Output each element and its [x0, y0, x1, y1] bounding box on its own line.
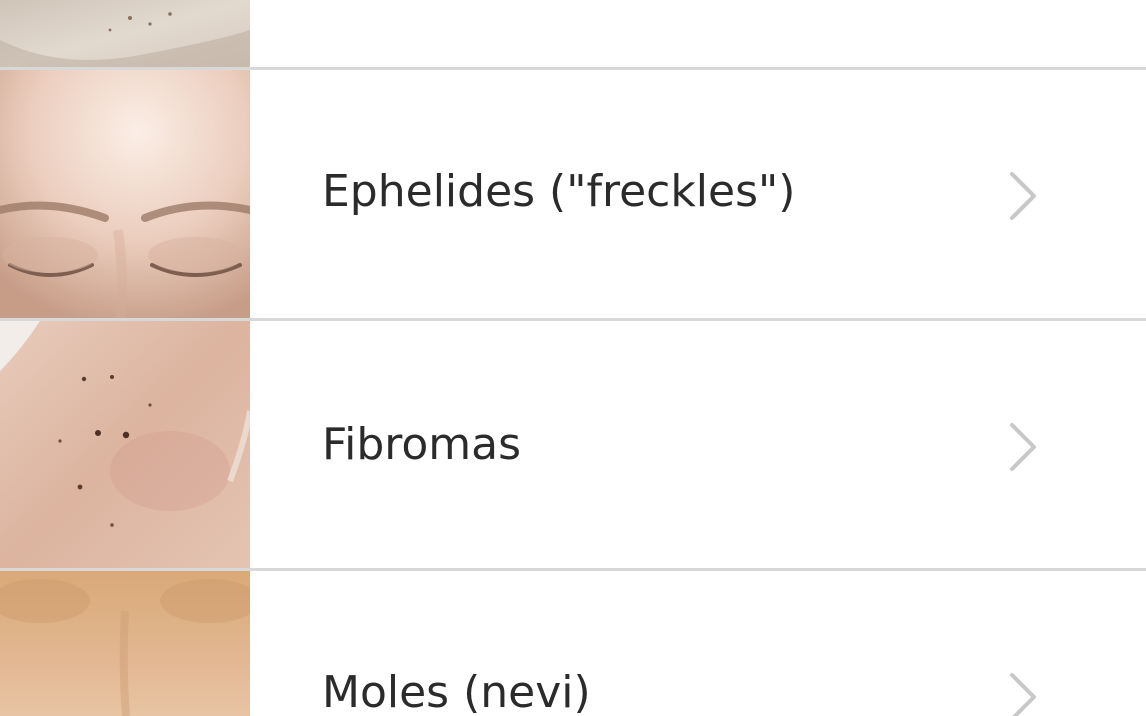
- list-item-thumbnail: [0, 0, 250, 68]
- list-item-thumbnail: [0, 321, 250, 568]
- list-item-label: Ephelides ("freckles"): [322, 166, 796, 217]
- face-photo-icon: [0, 70, 250, 318]
- chevron-right-icon: [1004, 671, 1044, 716]
- list-item-partial[interactable]: [0, 0, 1146, 68]
- list-item-thumbnail: [0, 571, 250, 716]
- list-item-moles[interactable]: Moles (nevi): [0, 571, 1146, 716]
- skin-back-photo-icon: [0, 571, 250, 716]
- list-item-thumbnail: [0, 70, 250, 318]
- list-item-label: Moles (nevi): [322, 667, 591, 716]
- list-item-label: Fibromas: [322, 419, 522, 470]
- chevron-right-icon: [1004, 170, 1044, 222]
- skin-spots-photo-icon: [0, 321, 250, 568]
- list-item-ephelides[interactable]: Ephelides ("freckles"): [0, 70, 1146, 318]
- chevron-right-icon: [1004, 421, 1044, 473]
- condition-list: Ephelides ("freckles") Fibromas Moles (n…: [0, 0, 1146, 716]
- list-item-fibromas[interactable]: Fibromas: [0, 321, 1146, 568]
- skin-photo-icon: [0, 0, 250, 68]
